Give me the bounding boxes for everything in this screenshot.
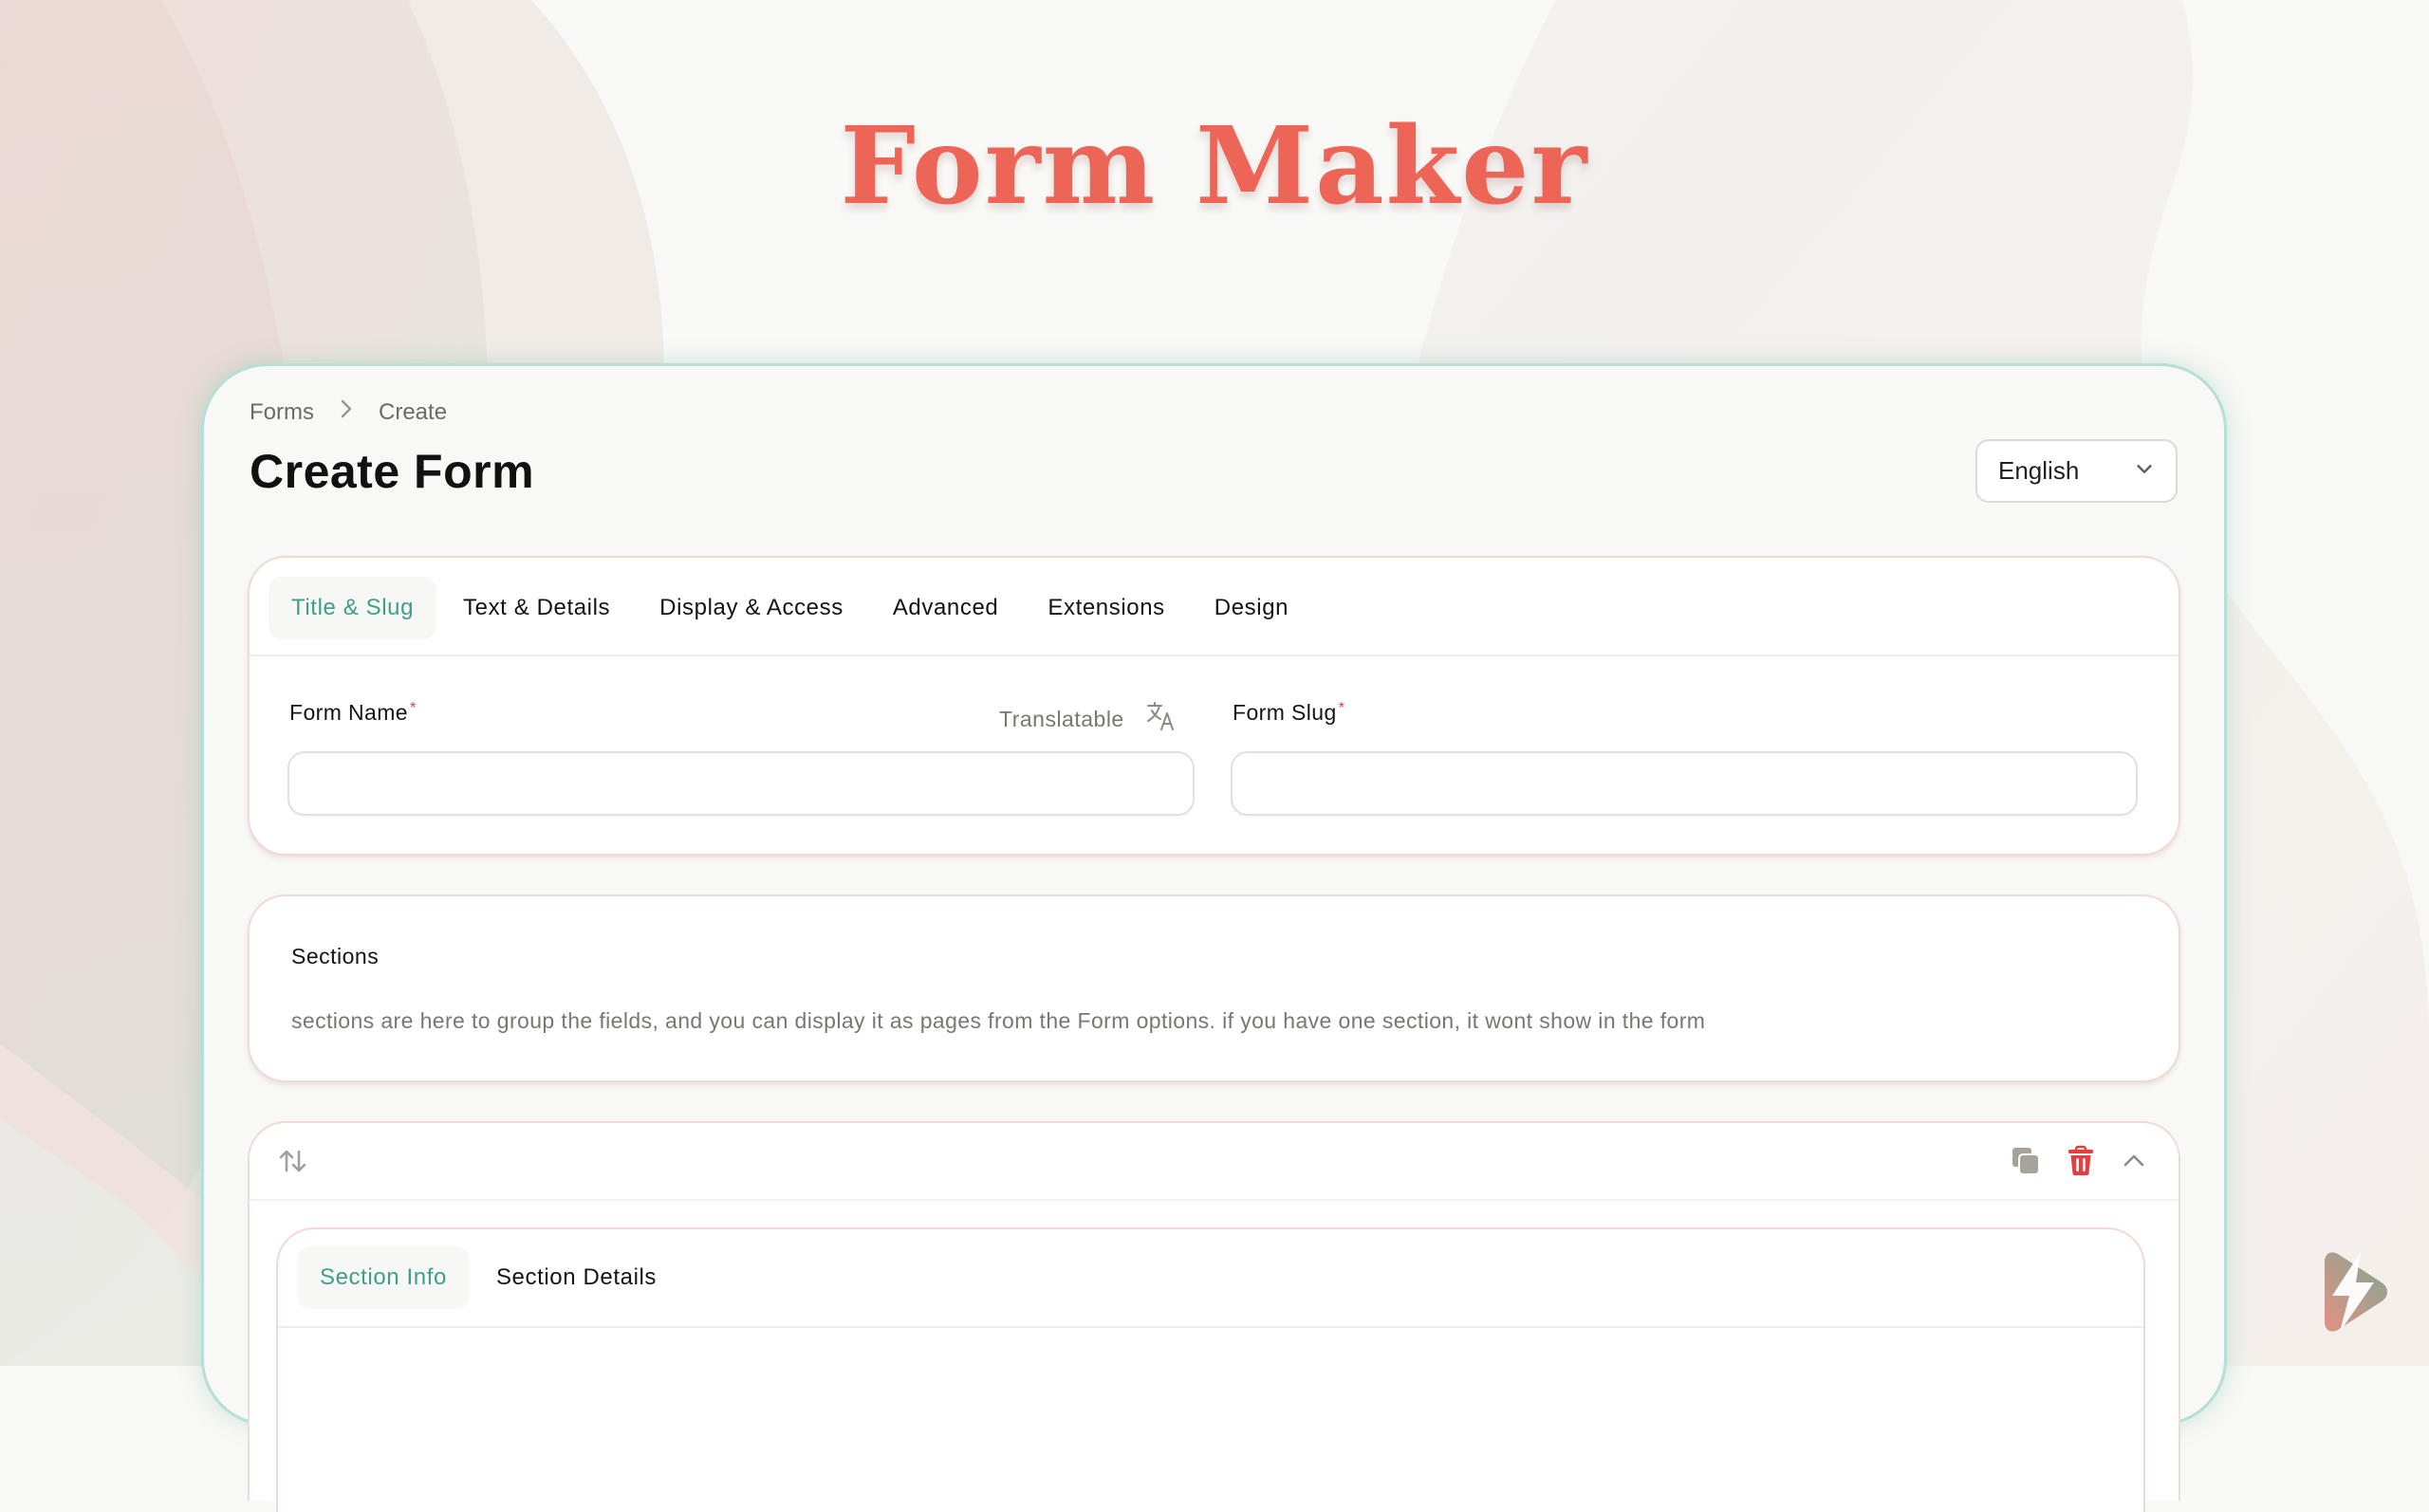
reorder-icon[interactable] <box>276 1144 310 1178</box>
section-settings-panel: Section Info Section Details <box>276 1227 2145 1512</box>
translate-icon <box>1124 700 1177 738</box>
tab-text-details[interactable]: Text & Details <box>440 577 633 639</box>
form-name-label-text: Form Name <box>289 700 409 725</box>
chevron-down-icon <box>2134 456 2155 486</box>
tab-display-access[interactable]: Display & Access <box>637 577 866 639</box>
chevron-up-icon[interactable] <box>2119 1146 2149 1176</box>
hero-title: Form Maker <box>840 104 1589 229</box>
form-slug-label-text: Form Slug <box>1233 700 1337 725</box>
translatable-label: Translatable <box>999 706 1124 731</box>
form-tabs: Title & Slug Text & Details Display & Ac… <box>269 577 1315 639</box>
delete-icon[interactable] <box>2064 1144 2098 1178</box>
required-mark: * <box>1338 700 1345 716</box>
form-name-label: Form Name * <box>289 700 417 726</box>
tab-section-details[interactable]: Section Details <box>473 1246 679 1309</box>
chevron-right-icon <box>339 398 354 426</box>
create-form-card: Forms Create Create Form English Title &… <box>201 363 2227 1512</box>
sections-heading: Sections <box>291 944 380 968</box>
language-select[interactable]: English <box>1975 439 2178 503</box>
section-item-toolbar <box>250 1123 2179 1201</box>
translatable-hint: Translatable <box>999 700 1177 738</box>
form-slug-input[interactable] <box>1231 751 2138 816</box>
brand-logo-icon <box>2315 1250 2391 1336</box>
form-name-input[interactable] <box>287 751 1195 816</box>
tab-title-slug[interactable]: Title & Slug <box>269 577 437 639</box>
required-mark: * <box>410 700 417 716</box>
breadcrumb: Forms Create <box>250 398 447 426</box>
sections-description: sections are here to group the fields, a… <box>291 1008 1706 1033</box>
divider <box>278 1326 2143 1328</box>
form-settings-panel: Title & Slug Text & Details Display & Ac… <box>248 556 2180 856</box>
page-title: Create Form <box>250 445 535 498</box>
tab-advanced[interactable]: Advanced <box>870 577 1022 639</box>
tab-section-info[interactable]: Section Info <box>297 1246 470 1309</box>
tab-design[interactable]: Design <box>1192 577 1311 639</box>
section-tabs: Section Info Section Details <box>297 1246 683 1309</box>
section-item: Section Info Section Details <box>248 1121 2180 1512</box>
form-slug-label: Form Slug * <box>1233 700 1344 726</box>
divider <box>250 655 2179 656</box>
clone-icon[interactable] <box>2009 1144 2043 1178</box>
breadcrumb-current: Create <box>379 398 448 425</box>
tab-extensions[interactable]: Extensions <box>1025 577 1187 639</box>
sections-info-panel: Sections sections are here to group the … <box>248 894 2180 1082</box>
language-select-value: English <box>1998 456 2080 485</box>
breadcrumb-forms-link[interactable]: Forms <box>250 399 314 426</box>
